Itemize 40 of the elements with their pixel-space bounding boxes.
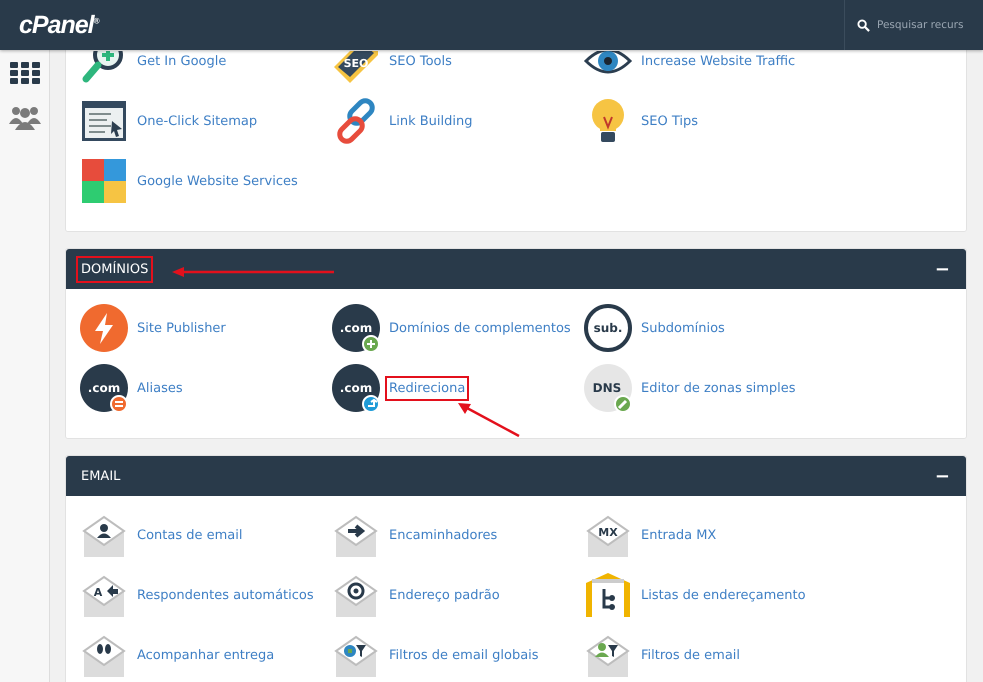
section-title: EMAIL bbox=[80, 468, 122, 486]
feature-link[interactable]: Respondentes automáticos bbox=[133, 582, 318, 608]
logo[interactable]: cPanel$^{®}$ bbox=[19, 10, 99, 40]
search-icon bbox=[857, 18, 870, 32]
dns-icon[interactable]: DNS bbox=[584, 364, 632, 412]
feature-link[interactable]: Acompanhar entrega bbox=[133, 642, 278, 668]
feature-link[interactable]: One-Click Sitemap bbox=[133, 108, 262, 134]
grid-icon[interactable] bbox=[10, 62, 40, 84]
feature-link[interactable]: Increase Website Traffic bbox=[637, 48, 800, 74]
feature-link[interactable]: Editor de zonas simples bbox=[637, 376, 800, 400]
domain-icon[interactable]: .com bbox=[80, 364, 128, 412]
section-title: DOMÍNIOS bbox=[76, 256, 154, 282]
feature-link[interactable]: Redireciona bbox=[385, 376, 470, 400]
feature-link[interactable]: Link Building bbox=[385, 108, 476, 134]
feature-link[interactable]: Encaminhadores bbox=[385, 522, 502, 548]
feature-link[interactable]: Filtros de email bbox=[637, 642, 744, 668]
search-field[interactable]: Pesquisar recurs bbox=[877, 19, 981, 31]
feature-link[interactable]: Listas de endereçamento bbox=[637, 582, 810, 608]
feature-link[interactable]: Entrada MX bbox=[637, 522, 720, 548]
users-icon[interactable] bbox=[8, 104, 40, 130]
domain-icon[interactable]: .com bbox=[332, 364, 380, 412]
collapse-button[interactable]: − bbox=[930, 466, 954, 486]
feature-link[interactable]: Filtros de email globais bbox=[385, 642, 543, 668]
collapse-button[interactable]: − bbox=[930, 258, 954, 280]
feature-link[interactable]: Google Website Services bbox=[133, 168, 302, 194]
lightning-icon[interactable] bbox=[80, 304, 128, 352]
mailing-list-icon[interactable] bbox=[584, 571, 632, 619]
feature-link[interactable]: Get In Google bbox=[133, 48, 230, 74]
feature-link[interactable]: Domínios de complementos bbox=[385, 316, 575, 340]
feature-link[interactable]: Subdomínios bbox=[637, 316, 729, 340]
feature-link[interactable]: SEO Tools bbox=[385, 48, 456, 74]
domain-icon[interactable]: .com bbox=[332, 304, 380, 352]
feature-link[interactable]: Site Publisher bbox=[133, 316, 230, 340]
subdomain-icon[interactable]: sub. bbox=[584, 304, 632, 352]
puzzle-icon[interactable] bbox=[80, 157, 128, 205]
feature-link[interactable]: SEO Tips bbox=[637, 108, 702, 134]
feature-link[interactable]: Aliases bbox=[133, 376, 187, 400]
feature-link[interactable]: Endereço padrão bbox=[385, 582, 504, 608]
feature-link[interactable]: Contas de email bbox=[133, 522, 246, 548]
annotation-arrow bbox=[457, 402, 521, 438]
